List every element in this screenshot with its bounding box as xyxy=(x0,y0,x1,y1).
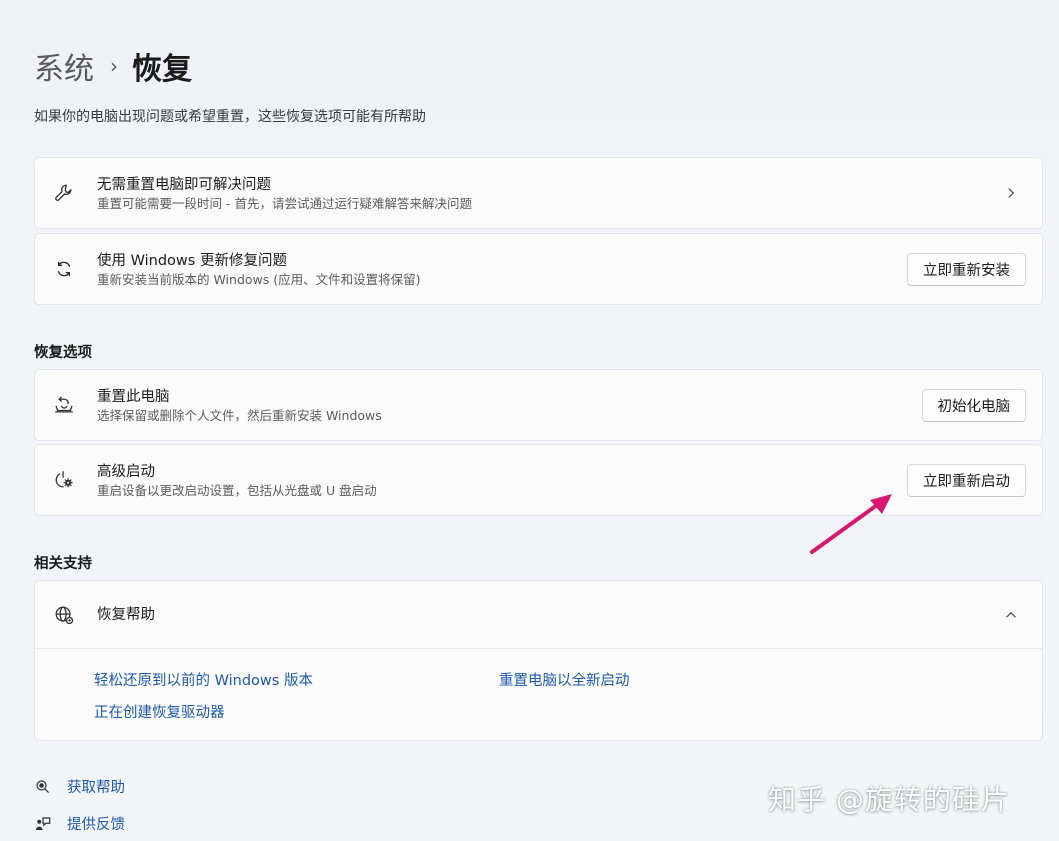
related-support-heading: 相关支持 xyxy=(34,556,92,572)
recovery-options-heading: 恢复选项 xyxy=(34,345,92,361)
reset-pc-icon xyxy=(53,394,75,416)
advanced-startup-subtitle: 重启设备以更改启动设置，包括从光盘或 U 盘启动 xyxy=(97,482,377,498)
page-title: 恢复 xyxy=(132,52,192,87)
annotation-arrow-icon xyxy=(810,494,892,554)
troubleshoot-card[interactable]: 无需重置电脑即可解决问题 重置可能需要一段时间 - 首先，请尝试通过运行疑难解答… xyxy=(34,157,1043,229)
give-feedback-label[interactable]: 提供反馈 xyxy=(67,813,125,834)
troubleshoot-title: 无需重置电脑即可解决问题 xyxy=(97,176,271,193)
reset-pc-card: 重置此电脑 选择保留或删除个人文件，然后重新安装 Windows 初始化电脑 xyxy=(34,369,1043,441)
windows-update-fix-subtitle: 重新安装当前版本的 Windows (应用、文件和设置将保留) xyxy=(97,271,421,287)
give-feedback-link[interactable]: 提供反馈 xyxy=(34,813,125,834)
sync-icon xyxy=(53,258,75,280)
link-reset-fresh-start[interactable]: 重置电脑以全新启动 xyxy=(499,669,630,690)
breadcrumb: 系统 › 恢复 xyxy=(34,44,192,88)
recovery-help-title: 恢复帮助 xyxy=(97,606,155,623)
feedback-icon xyxy=(34,815,52,833)
troubleshoot-subtitle: 重置可能需要一段时间 - 首先，请尝试通过运行疑难解答来解决问题 xyxy=(97,195,472,211)
recovery-help-card: 恢复帮助 轻松还原到以前的 Windows 版本 重置电脑以全新启动 正在创建恢… xyxy=(34,580,1043,741)
advanced-startup-title: 高级启动 xyxy=(97,463,155,480)
windows-update-fix-title: 使用 Windows 更新修复问题 xyxy=(97,252,287,269)
link-create-recovery-drive[interactable]: 正在创建恢复驱动器 xyxy=(94,701,225,722)
recovery-help-header[interactable]: 恢复帮助 xyxy=(35,581,1042,649)
get-help-link[interactable]: 获取帮助 xyxy=(34,776,125,797)
restart-now-button[interactable]: 立即重新启动 xyxy=(907,463,1026,497)
reset-pc-title: 重置此电脑 xyxy=(97,388,170,405)
globe-icon xyxy=(53,604,75,626)
page-description: 如果你的电脑出现问题或希望重置，这些恢复选项可能有所帮助 xyxy=(34,109,426,125)
wrench-icon xyxy=(53,182,75,204)
breadcrumb-parent[interactable]: 系统 xyxy=(34,44,94,88)
reset-pc-button[interactable]: 初始化电脑 xyxy=(921,388,1026,422)
reset-pc-subtitle: 选择保留或删除个人文件，然后重新安装 Windows xyxy=(97,407,382,423)
power-gear-icon xyxy=(53,469,75,491)
link-restore-previous-windows[interactable]: 轻松还原到以前的 Windows 版本 xyxy=(94,669,313,690)
chevron-up-icon[interactable] xyxy=(1002,606,1020,624)
help-chat-icon xyxy=(34,778,52,796)
chevron-right-icon[interactable] xyxy=(1002,184,1020,202)
watermark: 知乎 @旋转的硅片 xyxy=(768,783,1010,816)
breadcrumb-separator: › xyxy=(110,54,118,78)
windows-update-fix-card: 使用 Windows 更新修复问题 重新安装当前版本的 Windows (应用、… xyxy=(34,233,1043,305)
get-help-label[interactable]: 获取帮助 xyxy=(67,776,125,797)
reinstall-now-button[interactable]: 立即重新安装 xyxy=(907,252,1026,286)
